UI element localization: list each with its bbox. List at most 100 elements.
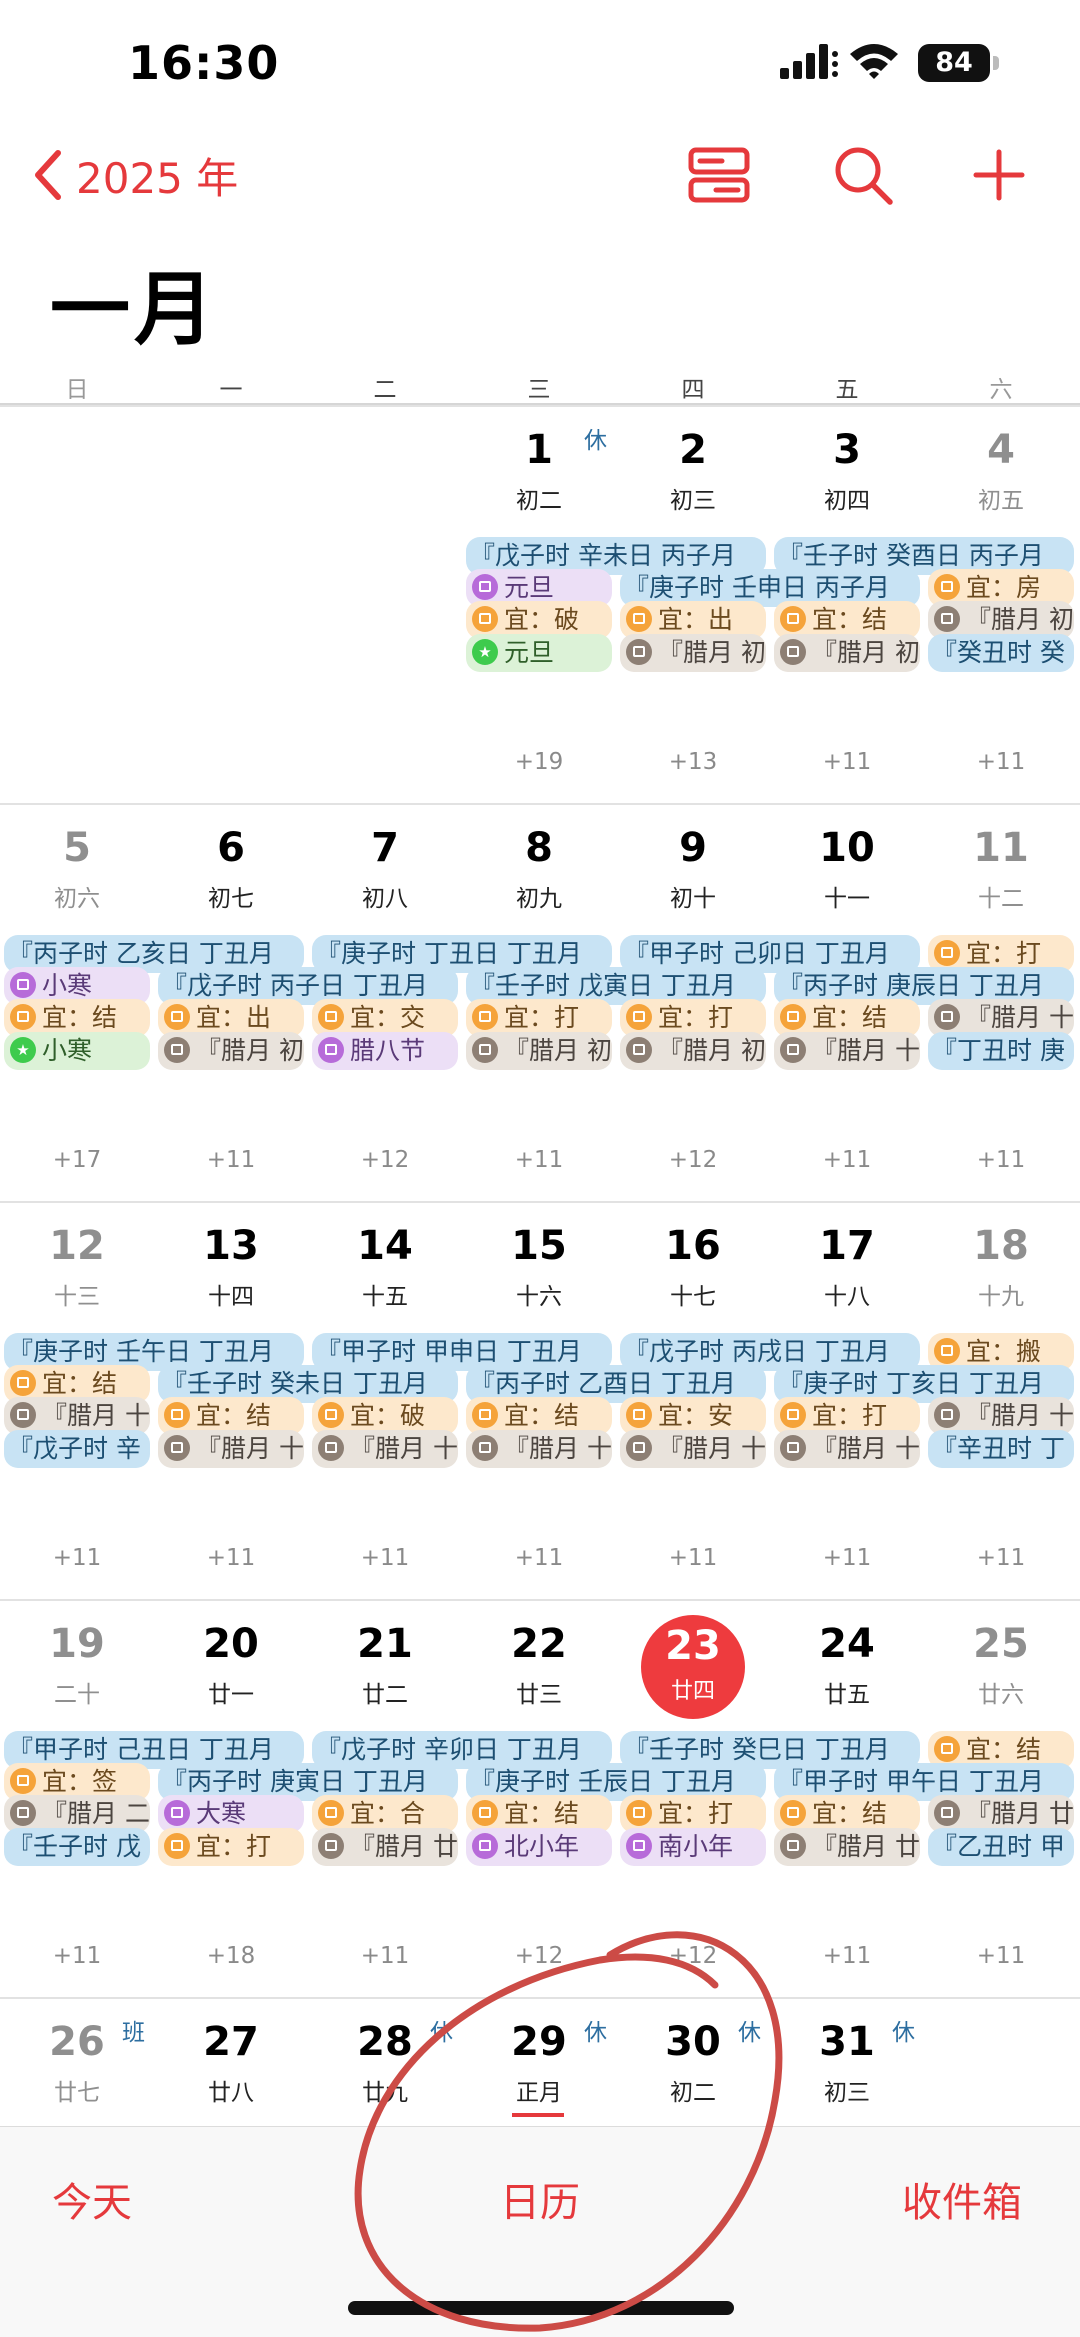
calendar-icon: [10, 1370, 36, 1396]
today-date-circle[interactable]: 23 廿四: [641, 1615, 745, 1719]
event-chip[interactable]: 『腊月 十: [466, 1430, 612, 1468]
day-number[interactable]: 13: [154, 1223, 308, 1269]
event-chip[interactable]: 『腊月 初: [620, 1032, 766, 1070]
day-number[interactable]: 14: [308, 1223, 462, 1269]
event-chip[interactable]: 『腊月 十: [158, 1430, 304, 1468]
inbox-button[interactable]: 收件箱: [902, 2170, 1022, 2228]
day-number[interactable]: 6: [154, 825, 308, 871]
more-events-count[interactable]: +11: [462, 1545, 616, 1571]
more-events-count[interactable]: +12: [616, 1943, 770, 1969]
event-chip[interactable]: 『腊月 初: [466, 1032, 612, 1070]
day-number[interactable]: 8: [462, 825, 616, 871]
event-chip[interactable]: 『腊月 十: [774, 1032, 920, 1070]
day-number[interactable]: 2: [616, 427, 770, 473]
day-number[interactable]: 4: [924, 427, 1078, 473]
event-chip[interactable]: 『腊月 初: [774, 634, 920, 672]
calendar-icon: [934, 1800, 960, 1826]
day-number[interactable]: 7: [308, 825, 462, 871]
back-to-year-button[interactable]: 2025 年: [30, 145, 238, 205]
day-number[interactable]: 10: [770, 825, 924, 871]
wifi-icon: [850, 44, 898, 79]
event-chip[interactable]: 『丁丑时 庚: [928, 1032, 1074, 1070]
star-icon: ★: [10, 1037, 36, 1063]
calendars-button[interactable]: 日历: [500, 2170, 580, 2228]
lunar-date: 廿六: [978, 1682, 1024, 1708]
day-number[interactable]: 25: [924, 1621, 1078, 1667]
more-events-count[interactable]: +11: [308, 1545, 462, 1571]
event-chip[interactable]: 腊八节: [312, 1032, 458, 1070]
more-events-count[interactable]: +11: [770, 1147, 924, 1173]
event-chip[interactable]: 『腊月 廿: [312, 1828, 458, 1866]
event-chip[interactable]: 『腊月 十: [620, 1430, 766, 1468]
lunar-date: 初九: [516, 886, 562, 912]
day-number[interactable]: 17: [770, 1223, 924, 1269]
list-view-icon[interactable]: [686, 142, 752, 208]
weekday-header: 日一二三四五六: [0, 360, 1080, 405]
search-icon[interactable]: [830, 142, 896, 208]
more-events-count[interactable]: +11: [154, 1545, 308, 1571]
lunar-date: 廿二: [362, 1682, 408, 1708]
calendar-icon: [164, 1833, 190, 1859]
more-events-count[interactable]: +19: [462, 749, 616, 775]
event-chip[interactable]: 『腊月 廿: [774, 1828, 920, 1866]
day-number[interactable]: 11: [924, 825, 1078, 871]
home-indicator[interactable]: [348, 2301, 734, 2315]
more-events-count[interactable]: +11: [770, 1943, 924, 1969]
event-chip[interactable]: 北小年: [466, 1828, 612, 1866]
more-events-count[interactable]: +11: [0, 1943, 154, 1969]
event-chip[interactable]: ★ 元旦: [466, 634, 612, 672]
event-chip[interactable]: 『腊月 初: [620, 634, 766, 672]
more-events-count[interactable]: +11: [308, 1943, 462, 1969]
day-number[interactable]: 16: [616, 1223, 770, 1269]
day-number[interactable]: 5: [0, 825, 154, 871]
day-number[interactable]: 19: [0, 1621, 154, 1667]
more-events-count[interactable]: +11: [924, 749, 1078, 775]
calendar-icon: [318, 1833, 344, 1859]
event-title: 『腊月 初: [504, 1036, 612, 1065]
today-button[interactable]: 今天: [52, 2170, 132, 2228]
event-chip[interactable]: 『壬子时 戊: [4, 1828, 150, 1866]
more-events-count[interactable]: +11: [616, 1545, 770, 1571]
more-events-count[interactable]: +17: [0, 1147, 154, 1173]
more-events-count[interactable]: +11: [924, 1147, 1078, 1173]
more-events-count[interactable]: +11: [154, 1147, 308, 1173]
day-number[interactable]: 3: [770, 427, 924, 473]
day-number[interactable]: 22: [462, 1621, 616, 1667]
more-events-count[interactable]: +11: [770, 749, 924, 775]
lunar-date: 十七: [670, 1284, 716, 1310]
more-events-count[interactable]: +12: [308, 1147, 462, 1173]
status-bar: 16:30 84: [0, 0, 1080, 130]
day-number[interactable]: 12: [0, 1223, 154, 1269]
event-chip[interactable]: 『腊月 十: [312, 1430, 458, 1468]
more-events-count[interactable]: +11: [924, 1943, 1078, 1969]
more-events-count[interactable]: +11: [924, 1545, 1078, 1571]
event-chip[interactable]: 『腊月 十: [774, 1430, 920, 1468]
add-icon[interactable]: [966, 142, 1032, 208]
more-events-count[interactable]: +13: [616, 749, 770, 775]
lunar-date: 廿七: [54, 2080, 100, 2106]
event-title: 『乙丑时 甲: [932, 1832, 1065, 1861]
day-number[interactable]: 21: [308, 1621, 462, 1667]
lunar-date: 廿一: [208, 1682, 254, 1708]
event-chip[interactable]: 『腊月 初: [158, 1032, 304, 1070]
more-events-count[interactable]: +12: [462, 1943, 616, 1969]
day-number[interactable]: 18: [924, 1223, 1078, 1269]
day-number[interactable]: 20: [154, 1621, 308, 1667]
event-chip[interactable]: 宜：打: [158, 1828, 304, 1866]
event-chip[interactable]: 『辛丑时 丁: [928, 1430, 1074, 1468]
event-chip[interactable]: 『乙丑时 甲: [928, 1828, 1074, 1866]
event-chip[interactable]: 『癸丑时 癸: [928, 634, 1074, 672]
event-chip[interactable]: 『戊子时 辛: [4, 1430, 150, 1468]
more-events-count[interactable]: +12: [616, 1147, 770, 1173]
day-number[interactable]: 27: [154, 2019, 308, 2065]
day-number[interactable]: 24: [770, 1621, 924, 1667]
calendar-icon: [472, 1800, 498, 1826]
more-events-count[interactable]: +11: [770, 1545, 924, 1571]
event-chip[interactable]: ★ 小寒: [4, 1032, 150, 1070]
day-number[interactable]: 15: [462, 1223, 616, 1269]
more-events-count[interactable]: +18: [154, 1943, 308, 1969]
event-chip[interactable]: 南小年: [620, 1828, 766, 1866]
day-number[interactable]: 9: [616, 825, 770, 871]
more-events-count[interactable]: +11: [0, 1545, 154, 1571]
more-events-count[interactable]: +11: [462, 1147, 616, 1173]
